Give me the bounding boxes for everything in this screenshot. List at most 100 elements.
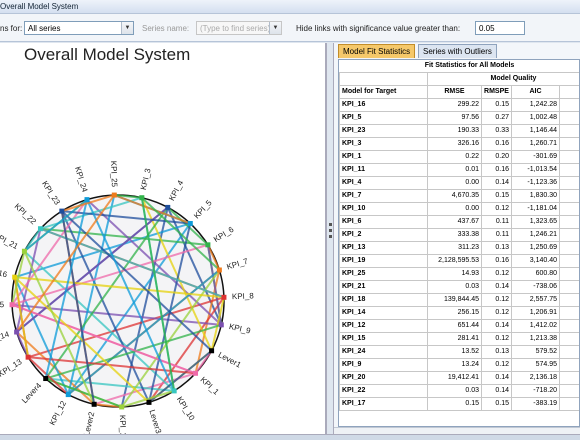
table-row[interactable]: KPI_3 326.16 0.16 1,260.71: [339, 136, 579, 151]
node-marker[interactable]: [146, 399, 152, 405]
node-label[interactable]: KPI_14: [0, 329, 11, 345]
node-label[interactable]: KPI_10: [175, 395, 197, 422]
node-marker[interactable]: [12, 274, 18, 280]
node-marker[interactable]: [59, 208, 65, 214]
chevron-down-icon[interactable]: ▼: [269, 22, 281, 34]
table-row[interactable]: KPI_21 0.03 0.14 -738.06: [339, 279, 579, 294]
tab-series-with-outliers[interactable]: Series with Outliers: [418, 44, 497, 58]
node-marker[interactable]: [84, 197, 90, 203]
node-label[interactable]: KPI_22: [13, 202, 39, 227]
table-row[interactable]: KPI_19 2,128,595.53 0.16 3,140.40: [339, 253, 579, 268]
splitter-grip[interactable]: [329, 229, 332, 232]
show-for-dropdown[interactable]: All series ▼: [24, 21, 134, 35]
node-marker[interactable]: [205, 242, 211, 248]
node-marker[interactable]: [91, 401, 97, 407]
table-row[interactable]: KPI_15 281.41 0.12 1,213.38: [339, 331, 579, 346]
stat-cell: [559, 227, 579, 242]
node-marker[interactable]: [193, 370, 199, 376]
column-header[interactable]: RMSE: [427, 84, 482, 99]
fit-statistics-grid[interactable]: Fit Statistics for All Models Model Qual…: [338, 59, 580, 427]
node-label[interactable]: KPI_3: [139, 167, 153, 191]
node-marker[interactable]: [111, 192, 117, 198]
node-label[interactable]: Lever1: [217, 350, 243, 370]
table-row[interactable]: KPI_4 0.00 0.14 -1,123.36: [339, 175, 579, 190]
table-row[interactable]: KPI_18 139,844.45 0.12 2,557.75: [339, 292, 579, 307]
column-header[interactable]: [559, 84, 579, 99]
node-label[interactable]: KPI_7: [226, 256, 250, 271]
node-label[interactable]: KPI_15: [0, 300, 5, 310]
node-label[interactable]: KPI_9: [228, 322, 252, 336]
node-marker[interactable]: [209, 348, 215, 354]
node-marker[interactable]: [187, 220, 193, 226]
node-marker[interactable]: [218, 322, 224, 328]
node-marker[interactable]: [37, 226, 43, 232]
node-marker[interactable]: [21, 248, 27, 254]
column-header[interactable]: RMSPE: [481, 84, 512, 99]
node-label[interactable]: Lever2: [82, 410, 96, 434]
node-marker[interactable]: [14, 329, 20, 335]
node-marker[interactable]: [139, 195, 145, 201]
node-marker[interactable]: [9, 302, 15, 308]
column-header[interactable]: AIC: [511, 84, 560, 99]
table-row[interactable]: KPI_17 0.15 0.15 -383.19: [339, 396, 579, 411]
node-label[interactable]: KPI_25: [109, 161, 119, 188]
table-row[interactable]: KPI_1 0.22 0.20 -301.69: [339, 149, 579, 164]
series-name-dropdown[interactable]: (Type to find series) ▼: [196, 21, 282, 35]
table-row[interactable]: KPI_24 13.52 0.13 579.52: [339, 344, 579, 359]
node-label[interactable]: KPI_6: [212, 225, 236, 244]
table-row[interactable]: KPI_22 0.03 0.14 -718.20: [339, 383, 579, 398]
table-row[interactable]: KPI_14 256.15 0.12 1,206.91: [339, 305, 579, 320]
node-marker[interactable]: [165, 204, 171, 210]
table-row[interactable]: KPI_10 0.00 0.12 -1,181.04: [339, 201, 579, 216]
table-row[interactable]: KPI_7 4,670.35 0.15 1,830.30: [339, 188, 579, 203]
stat-cell: 0.33: [481, 123, 512, 138]
node-label[interactable]: Lever4: [20, 381, 44, 405]
stat-cell: 574.95: [511, 357, 560, 372]
node-label[interactable]: KPI_23: [40, 179, 62, 206]
splitter-grip[interactable]: [329, 223, 332, 226]
node-label[interactable]: KPI_5: [192, 198, 214, 220]
table-row[interactable]: KPI_6 437.67 0.11 1,323.65: [339, 214, 579, 229]
pane-splitter[interactable]: [326, 43, 334, 434]
table-row[interactable]: KPI_20 19,412.41 0.14 2,136.18: [339, 370, 579, 385]
table-row[interactable]: KPI_11 0.01 0.16 -1,013.54: [339, 162, 579, 177]
node-label[interactable]: KPI_11: [118, 415, 128, 434]
stat-cell: 0.12: [481, 292, 512, 307]
node-marker[interactable]: [25, 354, 31, 360]
horizontal-scrollbar[interactable]: [334, 427, 580, 434]
table-row[interactable]: KPI_2 333.38 0.11 1,246.21: [339, 227, 579, 242]
stat-cell: 0.00: [427, 175, 482, 190]
column-header[interactable]: Model for Target: [339, 84, 428, 99]
table-row[interactable]: KPI_12 651.44 0.14 1,412.02: [339, 318, 579, 333]
table-row[interactable]: KPI_25 14.93 0.12 600.80: [339, 266, 579, 281]
stat-cell: 1,412.02: [511, 318, 560, 333]
node-label[interactable]: KPI_4: [167, 178, 185, 202]
stat-cell: 0.13: [481, 240, 512, 255]
chevron-down-icon[interactable]: ▼: [121, 22, 133, 34]
node-label[interactable]: KPI_1: [199, 375, 221, 397]
node-marker[interactable]: [221, 294, 227, 300]
node-marker[interactable]: [43, 376, 49, 382]
table-row[interactable]: KPI_13 311.23 0.13 1,250.69: [339, 240, 579, 255]
node-label[interactable]: Lever3: [147, 409, 163, 434]
model-name-cell: KPI_22: [339, 383, 428, 398]
node-marker[interactable]: [119, 404, 125, 410]
splitter-grip[interactable]: [329, 235, 332, 238]
node-marker[interactable]: [216, 267, 222, 273]
table-row[interactable]: KPI_23 190.33 0.33 1,146.44: [339, 123, 579, 138]
significance-threshold-input[interactable]: 0.05: [475, 21, 525, 35]
node-label[interactable]: KPI_8: [232, 291, 255, 301]
node-label[interactable]: KPI_16: [0, 265, 9, 280]
table-row[interactable]: KPI_5 97.56 0.27 1,002.48: [339, 110, 579, 125]
node-label[interactable]: KPI_21: [0, 231, 20, 252]
tab-model-fit-statistics[interactable]: Model Fit Statistics: [338, 44, 416, 58]
stat-cell: 1,002.48: [511, 110, 560, 125]
node-label[interactable]: KPI_12: [48, 399, 69, 427]
table-row[interactable]: KPI_16 299.22 0.15 1,242.28: [339, 97, 579, 112]
node-marker[interactable]: [171, 388, 177, 394]
table-row[interactable]: KPI_9 13.24 0.12 574.95: [339, 357, 579, 372]
node-marker[interactable]: [65, 392, 71, 398]
node-label[interactable]: KPI_24: [73, 165, 89, 193]
dependency-wheel[interactable]: KPI_4 KPI_5 KPI_6 KPI_7 KPI_8 KPI_9 Lever1 KPI_…: [0, 43, 326, 434]
node-label[interactable]: KPI_13: [0, 357, 24, 379]
